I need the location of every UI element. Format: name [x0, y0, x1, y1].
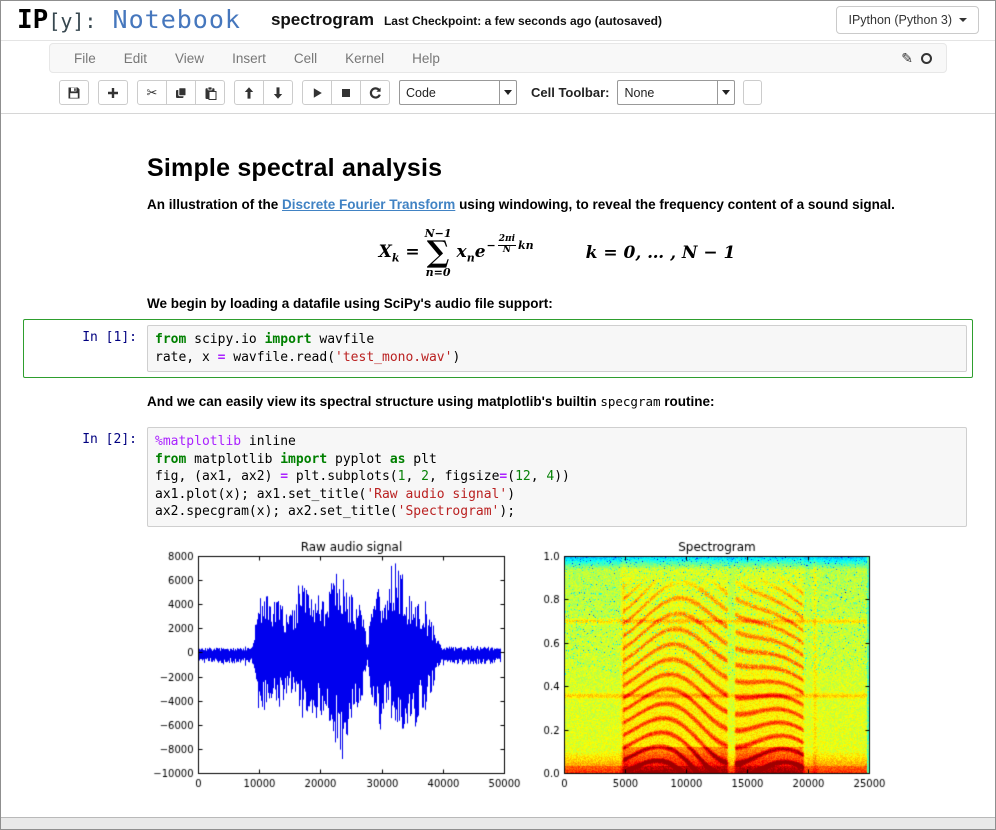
- menu-edit[interactable]: Edit: [110, 51, 161, 66]
- cell-type-select[interactable]: Code: [399, 80, 517, 105]
- combo-arrow: [499, 81, 516, 104]
- load-paragraph: We begin by loading a datafile using Sci…: [147, 296, 967, 313]
- input-prompt: In [1]:: [29, 325, 147, 372]
- menu-file[interactable]: File: [60, 51, 110, 66]
- cell-toolbar-value: None: [618, 81, 717, 104]
- inline-code: specgram: [600, 394, 660, 409]
- view-paragraph: And we can easily view its spectral stru…: [147, 394, 967, 411]
- intro-text: An illustration of the: [147, 197, 282, 212]
- app-frame: IP[y]: Notebook spectrogram Last Checkpo…: [0, 0, 996, 830]
- add-cell-icon: [106, 86, 120, 100]
- dft-equation: Xk = N−1∑n=0 xne −2πiNkn k = 0, … , N − …: [147, 228, 967, 279]
- output-area: [1, 539, 995, 791]
- view-text-after: routine:: [661, 394, 715, 409]
- checkpoint-status: Last Checkpoint: a few seconds ago (auto…: [384, 14, 662, 28]
- move-cell-up-button[interactable]: [234, 80, 264, 105]
- page-title: Simple spectral analysis: [147, 154, 967, 183]
- kernel-status-icon: [921, 53, 932, 64]
- input-prompt: In [2]:: [29, 427, 147, 527]
- menu-cell[interactable]: Cell: [280, 51, 331, 66]
- combo-arrow: [717, 81, 734, 104]
- restart-kernel-button[interactable]: [360, 80, 390, 105]
- cell-toolbar-select[interactable]: None: [617, 80, 735, 105]
- logo-notebook: Notebook: [96, 5, 240, 34]
- caret-down-icon: [722, 90, 730, 95]
- restart-icon: [368, 86, 382, 100]
- add-cell-button[interactable]: [98, 80, 128, 105]
- kernel-selector-button[interactable]: IPython (Python 3): [836, 6, 979, 34]
- move-cell-down-button[interactable]: [263, 80, 293, 105]
- cell-type-value: Code: [400, 81, 499, 104]
- code-cell-1[interactable]: In [1]: from scipy.io import wavfilerate…: [23, 319, 973, 378]
- notebook-area: Simple spectral analysis An illustration…: [1, 114, 995, 791]
- intro-text-after: using windowing, to reveal the frequency…: [455, 197, 895, 212]
- cell-toolbar-label: Cell Toolbar:: [531, 85, 609, 100]
- kernel-name: IPython (Python 3): [848, 13, 952, 27]
- move-down-icon: [271, 86, 285, 100]
- save-button[interactable]: [59, 80, 89, 105]
- edit-mode-icon: ✎: [901, 50, 913, 67]
- code-editor[interactable]: %matplotlib inlinefrom matplotlib import…: [147, 427, 967, 527]
- move-up-icon: [242, 86, 256, 100]
- menu-kernel[interactable]: Kernel: [331, 51, 398, 66]
- copy-icon: [174, 86, 188, 100]
- output-figure-canvas: [147, 539, 953, 791]
- caret-down-icon: [959, 18, 967, 22]
- code-cell-2[interactable]: In [2]: %matplotlib inlinefrom matplotli…: [23, 421, 973, 533]
- interrupt-kernel-button[interactable]: [331, 80, 361, 105]
- menu-view[interactable]: View: [161, 51, 218, 66]
- summation: N−1∑n=0: [425, 228, 452, 279]
- bottom-strip: [1, 817, 995, 829]
- toolbar-extra-button[interactable]: [743, 80, 762, 105]
- run-icon: [310, 86, 324, 100]
- view-text: And we can easily view its spectral stru…: [147, 394, 600, 409]
- copy-button[interactable]: [166, 80, 196, 105]
- paste-button[interactable]: [195, 80, 225, 105]
- logo-ip: IP: [17, 5, 48, 35]
- cut-button[interactable]: ✂: [137, 80, 167, 105]
- ipython-logo[interactable]: IP[y]: Notebook: [17, 5, 241, 35]
- stop-icon: [339, 86, 353, 100]
- cut-icon: ✂: [147, 86, 158, 99]
- menu-insert[interactable]: Insert: [218, 51, 280, 66]
- run-cell-button[interactable]: [302, 80, 332, 105]
- notebook-header: IP[y]: Notebook spectrogram Last Checkpo…: [1, 1, 995, 41]
- logo-y: [y]:: [48, 9, 96, 33]
- dft-link[interactable]: Discrete Fourier Transform: [282, 197, 455, 212]
- intro-paragraph: An illustration of the Discrete Fourier …: [147, 197, 967, 214]
- caret-down-icon: [504, 90, 512, 95]
- save-icon: [67, 86, 81, 100]
- notebook-title[interactable]: spectrogram: [271, 10, 374, 30]
- menu-help[interactable]: Help: [398, 51, 454, 66]
- paste-icon: [203, 86, 217, 100]
- markdown-cell-title: Simple spectral analysis An illustration…: [1, 154, 995, 313]
- code-editor[interactable]: from scipy.io import wavfilerate, x = wa…: [147, 325, 967, 372]
- menu-bar: File Edit View Insert Cell Kernel Help ✎: [49, 43, 947, 73]
- markdown-cell-view: And we can easily view its spectral stru…: [1, 394, 995, 411]
- toolbar: ✂ C: [49, 78, 947, 111]
